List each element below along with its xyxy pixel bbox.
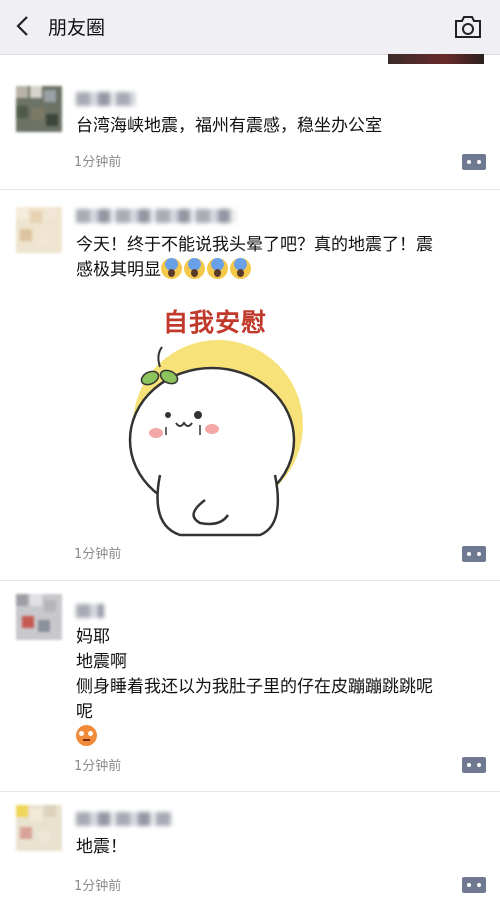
post-time: 1分钟前: [74, 759, 122, 774]
post-text: 今天！终于不能说我头晕了吧？真的地震了！震 感极其明显: [76, 233, 481, 283]
comment-button[interactable]: [462, 546, 486, 562]
chevron-left-icon[interactable]: [10, 12, 38, 40]
sticker-image[interactable]: 自我安慰: [110, 295, 320, 540]
post-text-line: 地震啊: [76, 652, 127, 672]
avatar[interactable]: [16, 86, 62, 132]
dot-icon: [467, 883, 471, 887]
comment-button[interactable]: [462, 154, 486, 170]
post-text-line: [76, 725, 481, 750]
dot-icon: [477, 883, 481, 887]
post-text: 台湾海峡地震，福州有震感，稳坐办公室: [76, 116, 382, 136]
comment-button[interactable]: [462, 877, 486, 893]
scream-emoji-icon: [184, 258, 205, 279]
camera-icon[interactable]: [454, 14, 482, 40]
divider: [0, 791, 500, 792]
post-text-line: 呢: [76, 702, 93, 722]
user-name[interactable]: [76, 209, 236, 223]
user-name[interactable]: [76, 604, 104, 618]
dot-icon: [467, 763, 471, 767]
avatar[interactable]: [16, 594, 62, 640]
divider: [0, 580, 500, 581]
comment-button[interactable]: [462, 757, 486, 773]
user-name[interactable]: [76, 812, 172, 826]
post-time: 1分钟前: [74, 879, 122, 894]
scream-emoji-icon: [161, 258, 182, 279]
dot-icon: [467, 552, 471, 556]
post-text-fragment: 感极其明显: [76, 260, 161, 280]
avatar[interactable]: [16, 207, 62, 253]
top-navbar: 朋友圈: [0, 0, 500, 55]
post-text-line: 今天！终于不能说我头晕了吧？真的地震了！震: [76, 235, 433, 255]
post-time: 1分钟前: [74, 155, 122, 170]
user-name[interactable]: [76, 92, 136, 106]
avatar[interactable]: [16, 805, 62, 851]
dot-icon: [477, 160, 481, 164]
post-text: 妈耶 地震啊 侧身睡着我还以为我肚子里的仔在皮蹦蹦跳跳呢 呢: [76, 625, 481, 750]
sticker-caption: 自我安慰: [162, 308, 267, 337]
flushed-emoji-icon: [76, 725, 97, 746]
post-text: 地震！: [76, 837, 127, 857]
post-text-line: 感极其明显: [76, 258, 481, 283]
divider: [0, 189, 500, 190]
post-text-line: 侧身睡着我还以为我肚子里的仔在皮蹦蹦跳跳呢: [76, 677, 433, 697]
post-time: 1分钟前: [74, 547, 122, 562]
page-title: 朋友圈: [48, 17, 106, 39]
post-text-line: 妈耶: [76, 627, 110, 647]
dot-icon: [467, 160, 471, 164]
scream-emoji-icon: [207, 258, 228, 279]
cover-image: [388, 54, 484, 64]
scream-emoji-icon: [230, 258, 251, 279]
dot-icon: [477, 763, 481, 767]
dot-icon: [477, 552, 481, 556]
